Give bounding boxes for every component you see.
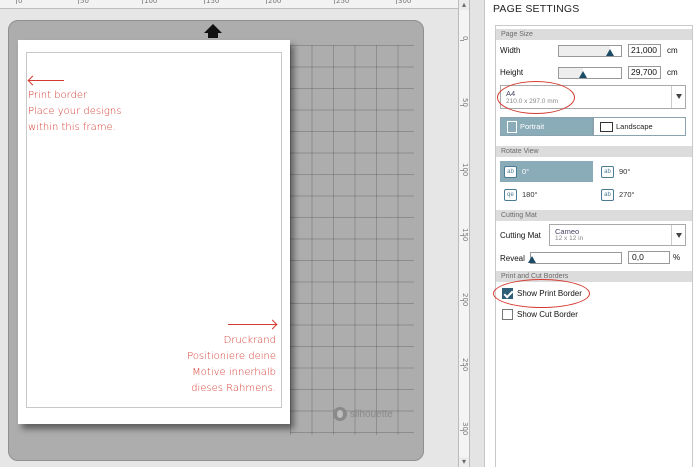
- ruler-mark: 0: [18, 0, 23, 5]
- rotate-180-label: 180°: [522, 190, 538, 199]
- annotation-line: Druckrand: [223, 335, 276, 346]
- height-unit: cm: [667, 68, 678, 77]
- silhouette-logo-icon: [333, 407, 347, 421]
- brand-name: silhouette: [350, 408, 393, 420]
- height-field[interactable]: 29,700: [628, 66, 661, 79]
- chevron-down-icon[interactable]: [671, 225, 685, 245]
- annotation-arrow-left-icon: [29, 80, 64, 81]
- reveal-slider-thumb[interactable]: [528, 256, 536, 263]
- width-field[interactable]: 21,000: [628, 44, 661, 57]
- ruler-mark: 250: [336, 0, 350, 5]
- annotation-line: Place your designs: [28, 106, 122, 117]
- height-slider-thumb[interactable]: [578, 71, 587, 78]
- ruler-mark: 50: [461, 98, 469, 107]
- section-rotate-view: Rotate View: [496, 146, 692, 157]
- ruler-mark: 300: [398, 0, 412, 5]
- section-page-size: Page Size: [496, 29, 692, 40]
- panel-title: PAGE SETTINGS: [493, 3, 580, 15]
- rotate-0-icon: ab: [504, 165, 517, 178]
- reveal-unit: %: [673, 253, 681, 262]
- rotate-0-label: 0°: [522, 167, 530, 176]
- height-slider[interactable]: [558, 67, 622, 79]
- portrait-button[interactable]: Portrait: [500, 117, 593, 136]
- page-settings-panel: PAGE SETTINGS Page Size Width 21,000 cm …: [484, 0, 700, 467]
- rotate-180-button[interactable]: qe 180°: [500, 184, 593, 205]
- annotation-line: within this frame.: [28, 122, 116, 133]
- rotate-0-button[interactable]: ab 0°: [500, 161, 593, 182]
- ruler-mark: 0: [461, 36, 469, 41]
- annotation-line: Print border: [28, 90, 88, 101]
- rotate-90-label: 90°: [619, 167, 631, 176]
- annotation-german: Druckrand Positioniere deine Motive inne…: [180, 333, 276, 397]
- width-label: Width: [500, 46, 521, 55]
- ruler-mark: 100: [461, 163, 469, 177]
- show-cut-border-label[interactable]: Show Cut Border: [517, 310, 578, 319]
- horizontal-ruler: 0 50 100 150 200 250 300: [0, 0, 458, 9]
- rotate-90-icon: ab: [601, 165, 614, 178]
- rotate-270-label: 270°: [619, 190, 635, 199]
- annotation-line: dieses Rahmens.: [191, 383, 276, 394]
- width-unit: cm: [667, 46, 678, 55]
- annotation-english: Print border Place your designs within t…: [28, 88, 121, 136]
- section-cutting-mat: Cutting Mat: [496, 210, 692, 221]
- annotation-ellipse-page-size: [497, 81, 575, 114]
- ruler-mark: 250: [461, 358, 469, 372]
- width-slider[interactable]: [558, 45, 622, 57]
- reveal-field[interactable]: 0,0: [628, 251, 670, 264]
- landscape-button[interactable]: Landscape: [593, 117, 686, 136]
- portrait-label: Portrait: [520, 122, 545, 131]
- annotation-line: Motive innerhalb: [192, 367, 276, 378]
- cutting-mat-grid: [290, 45, 414, 435]
- rotate-270-icon: ab: [601, 188, 614, 201]
- chevron-down-icon[interactable]: [671, 86, 685, 108]
- landscape-page-icon: [600, 121, 613, 132]
- ruler-mark: 200: [268, 0, 282, 5]
- width-slider-thumb[interactable]: [605, 49, 614, 56]
- rotate-180-icon: qe: [504, 188, 517, 201]
- scroll-down-icon[interactable]: ▾: [459, 457, 469, 467]
- ruler-mark: 100: [144, 0, 158, 5]
- ruler-mark: 300: [461, 422, 469, 436]
- ruler-mark: 50: [80, 0, 89, 5]
- rotate-90-button[interactable]: ab 90°: [597, 161, 690, 182]
- annotation-ellipse-print-border: [493, 279, 590, 308]
- reveal-label: Reveal: [500, 254, 525, 263]
- ruler-mark: 200: [461, 293, 469, 307]
- ruler-mark: 150: [461, 228, 469, 242]
- cutting-mat-size: 12 x 12 in: [555, 235, 584, 242]
- brand-logo: silhouette: [333, 407, 393, 421]
- vertical-ruler[interactable]: 0 50 100 150 200 250 300: [458, 0, 470, 467]
- ruler-mark: 150: [206, 0, 220, 5]
- landscape-label: Landscape: [616, 122, 653, 131]
- scroll-up-icon[interactable]: ▴: [459, 0, 469, 10]
- annotation-arrow-right-icon: [228, 324, 276, 325]
- portrait-page-icon: [507, 120, 517, 133]
- reveal-slider[interactable]: [528, 252, 622, 264]
- feed-direction-arrow-stem: [208, 32, 218, 38]
- height-label: Height: [500, 68, 524, 77]
- cutting-mat-dropdown[interactable]: Cameo 12 x 12 in: [549, 224, 686, 246]
- silhouette-studio-screen: 0 50 100 150 200 250 300 silhouette Prin…: [0, 0, 700, 467]
- rotate-270-button[interactable]: ab 270°: [597, 184, 690, 205]
- annotation-line: Positioniere deine: [187, 351, 276, 362]
- cutting-mat-label: Cutting Mat: [500, 231, 541, 240]
- show-cut-border-checkbox[interactable]: [502, 309, 513, 320]
- width-slider-fill: [559, 46, 610, 56]
